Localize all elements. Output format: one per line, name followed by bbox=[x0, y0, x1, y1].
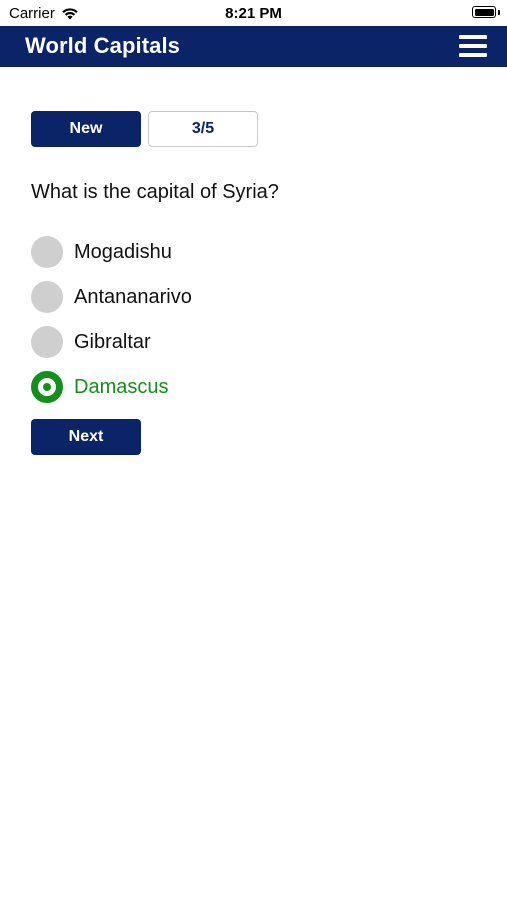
radio-button-selected[interactable] bbox=[31, 371, 63, 403]
hamburger-line bbox=[459, 53, 487, 57]
battery-icon bbox=[472, 6, 496, 18]
question-progress: 3/5 bbox=[148, 111, 258, 147]
answer-option-label: Mogadishu bbox=[74, 240, 172, 263]
hamburger-line bbox=[459, 35, 487, 39]
battery-level bbox=[474, 8, 494, 16]
nav-bar: World Capitals bbox=[0, 26, 507, 67]
answer-option-label: Damascus bbox=[74, 375, 169, 398]
status-bar: Carrier 8:21 PM bbox=[0, 0, 507, 26]
radio-button[interactable] bbox=[31, 236, 63, 268]
radio-button[interactable] bbox=[31, 326, 63, 358]
battery-nub bbox=[498, 10, 500, 15]
question-text: What is the capital of Syria? bbox=[31, 181, 279, 203]
new-quiz-button[interactable]: New bbox=[31, 111, 141, 147]
answer-options: Mogadishu Antananarivo Gibraltar Damascu… bbox=[31, 236, 471, 416]
answer-option[interactable]: Mogadishu bbox=[31, 236, 471, 268]
page-title: World Capitals bbox=[25, 33, 181, 58]
answer-option-selected[interactable]: Damascus bbox=[31, 371, 471, 403]
answer-option[interactable]: Gibraltar bbox=[31, 326, 471, 358]
hamburger-line bbox=[459, 44, 487, 48]
radio-button[interactable] bbox=[31, 281, 63, 313]
hamburger-menu-icon[interactable] bbox=[459, 35, 487, 57]
answer-option[interactable]: Antananarivo bbox=[31, 281, 471, 313]
answer-option-label: Gibraltar bbox=[74, 330, 151, 353]
answer-option-label: Antananarivo bbox=[74, 285, 192, 308]
status-time: 8:21 PM bbox=[225, 5, 282, 22]
app-screen: Carrier 8:21 PM World Capitals New 3/5 W… bbox=[0, 0, 507, 900]
next-button[interactable]: Next bbox=[31, 419, 141, 455]
